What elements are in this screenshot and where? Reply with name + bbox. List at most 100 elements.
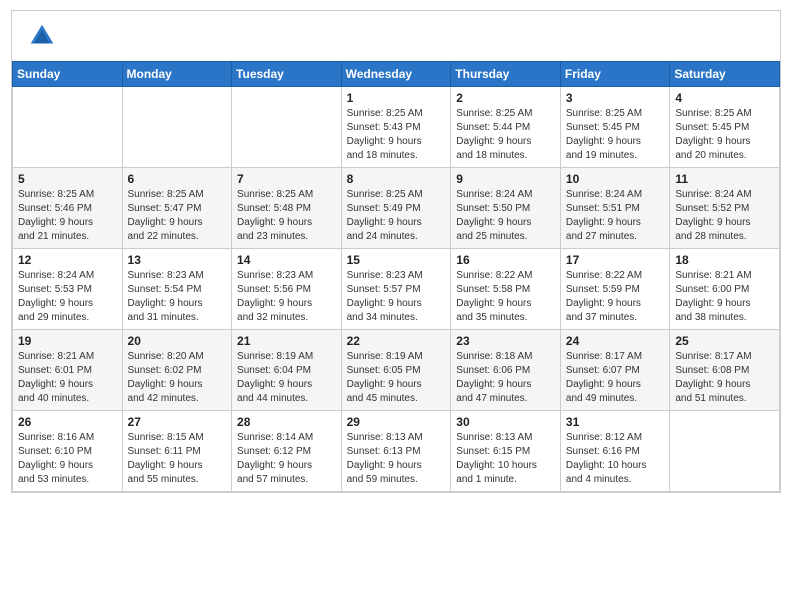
- day-info: Sunrise: 8:25 AM Sunset: 5:49 PM Dayligh…: [347, 188, 446, 244]
- week-row-5: 26 Sunrise: 8:16 AM Sunset: 6:10 PM Dayli…: [13, 411, 780, 492]
- day-info: Sunrise: 8:25 AM Sunset: 5:43 PM Dayligh…: [347, 107, 446, 163]
- day-number: 20: [128, 334, 227, 348]
- day-header-sunday: Sunday: [13, 62, 123, 87]
- day-info: Sunrise: 8:25 AM Sunset: 5:45 PM Dayligh…: [675, 107, 774, 163]
- calendar-cell: 3 Sunrise: 8:25 AM Sunset: 5:45 PM Daylig…: [560, 87, 669, 168]
- calendar-cell: 21Sunrise: 8:19 AM Sunset: 6:04 PM Dayli…: [232, 330, 342, 411]
- day-number: 31: [566, 415, 664, 429]
- logo-icon: [27, 21, 57, 51]
- day-info: Sunrise: 8:23 AM Sunset: 5:57 PM Dayligh…: [347, 269, 446, 325]
- calendar-cell: 7Sunrise: 8:25 AM Sunset: 5:48 PM Daylig…: [232, 168, 342, 249]
- day-number: 27: [128, 415, 227, 429]
- day-number: 21: [237, 334, 336, 348]
- day-info: Sunrise: 8:16 AM Sunset: 6:10 PM Dayligh…: [18, 431, 117, 487]
- day-number: 2: [456, 91, 555, 105]
- day-number: 13: [128, 253, 227, 267]
- week-row-4: 19 Sunrise: 8:21 AM Sunset: 6:01 PM Dayli…: [13, 330, 780, 411]
- day-number: 9: [456, 172, 555, 186]
- day-info: Sunrise: 8:14 AM Sunset: 6:12 PM Dayligh…: [237, 431, 336, 487]
- calendar-cell: 13 Sunrise: 8:23 AM Sunset: 5:54 PM Dayli…: [122, 249, 232, 330]
- calendar-cell: [13, 87, 123, 168]
- days-header: SundayMondayTuesdayWednesdayThursdayFrid…: [13, 62, 780, 87]
- calendar-cell: [122, 87, 232, 168]
- day-number: 1: [347, 91, 446, 105]
- calendar-cell: 5 Sunrise: 8:25 AM Sunset: 5:46 PM Daylig…: [13, 168, 123, 249]
- day-number: 25: [675, 334, 774, 348]
- day-header-wednesday: Wednesday: [341, 62, 451, 87]
- calendar-header-row: SundayMondayTuesdayWednesdayThursdayFrid…: [13, 62, 780, 87]
- calendar-body: 1 Sunrise: 8:25 AM Sunset: 5:43 PM Daylig…: [13, 87, 780, 492]
- calendar-cell: 30Sunrise: 8:13 AM Sunset: 6:15 PM Dayli…: [451, 411, 561, 492]
- day-info: Sunrise: 8:25 AM Sunset: 5:44 PM Dayligh…: [456, 107, 555, 163]
- day-info: Sunrise: 8:24 AM Sunset: 5:51 PM Dayligh…: [566, 188, 664, 244]
- day-number: 5: [18, 172, 117, 186]
- calendar-container: SundayMondayTuesdayWednesdayThursdayFrid…: [11, 10, 781, 493]
- day-number: 6: [128, 172, 227, 186]
- calendar-cell: 1 Sunrise: 8:25 AM Sunset: 5:43 PM Daylig…: [341, 87, 451, 168]
- calendar-cell: 16Sunrise: 8:22 AM Sunset: 5:58 PM Dayli…: [451, 249, 561, 330]
- day-header-tuesday: Tuesday: [232, 62, 342, 87]
- day-info: Sunrise: 8:20 AM Sunset: 6:02 PM Dayligh…: [128, 350, 227, 406]
- calendar-cell: 4 Sunrise: 8:25 AM Sunset: 5:45 PM Daylig…: [670, 87, 780, 168]
- day-info: Sunrise: 8:24 AM Sunset: 5:53 PM Dayligh…: [18, 269, 117, 325]
- calendar-cell: 24Sunrise: 8:17 AM Sunset: 6:07 PM Dayli…: [560, 330, 669, 411]
- calendar-cell: 6 Sunrise: 8:25 AM Sunset: 5:47 PM Daylig…: [122, 168, 232, 249]
- day-info: Sunrise: 8:21 AM Sunset: 6:01 PM Dayligh…: [18, 350, 117, 406]
- day-info: Sunrise: 8:24 AM Sunset: 5:52 PM Dayligh…: [675, 188, 774, 244]
- calendar-cell: 11 Sunrise: 8:24 AM Sunset: 5:52 PM Dayli…: [670, 168, 780, 249]
- day-number: 14: [237, 253, 336, 267]
- day-number: 10: [566, 172, 664, 186]
- day-info: Sunrise: 8:19 AM Sunset: 6:05 PM Dayligh…: [347, 350, 446, 406]
- day-number: 19: [18, 334, 117, 348]
- calendar-cell: 26 Sunrise: 8:16 AM Sunset: 6:10 PM Dayli…: [13, 411, 123, 492]
- calendar-cell: 27 Sunrise: 8:15 AM Sunset: 6:11 PM Dayli…: [122, 411, 232, 492]
- calendar-cell: 18 Sunrise: 8:21 AM Sunset: 6:00 PM Dayli…: [670, 249, 780, 330]
- day-info: Sunrise: 8:25 AM Sunset: 5:47 PM Dayligh…: [128, 188, 227, 244]
- calendar-cell: 10 Sunrise: 8:24 AM Sunset: 5:51 PM Dayli…: [560, 168, 669, 249]
- calendar-cell: [232, 87, 342, 168]
- day-number: 15: [347, 253, 446, 267]
- day-number: 29: [347, 415, 446, 429]
- day-header-monday: Monday: [122, 62, 232, 87]
- day-info: Sunrise: 8:13 AM Sunset: 6:15 PM Dayligh…: [456, 431, 555, 487]
- week-row-3: 12Sunrise: 8:24 AM Sunset: 5:53 PM Dayli…: [13, 249, 780, 330]
- calendar-cell: 25 Sunrise: 8:17 AM Sunset: 6:08 PM Dayli…: [670, 330, 780, 411]
- day-number: 17: [566, 253, 664, 267]
- calendar-cell: 20 Sunrise: 8:20 AM Sunset: 6:02 PM Dayli…: [122, 330, 232, 411]
- logo: [27, 21, 61, 51]
- day-number: 3: [566, 91, 664, 105]
- day-number: 22: [347, 334, 446, 348]
- calendar-cell: 9 Sunrise: 8:24 AM Sunset: 5:50 PM Daylig…: [451, 168, 561, 249]
- day-number: 26: [18, 415, 117, 429]
- day-info: Sunrise: 8:15 AM Sunset: 6:11 PM Dayligh…: [128, 431, 227, 487]
- calendar-header: [12, 11, 780, 61]
- day-info: Sunrise: 8:23 AM Sunset: 5:56 PM Dayligh…: [237, 269, 336, 325]
- calendar-cell: 29 Sunrise: 8:13 AM Sunset: 6:13 PM Dayli…: [341, 411, 451, 492]
- day-number: 24: [566, 334, 664, 348]
- day-info: Sunrise: 8:18 AM Sunset: 6:06 PM Dayligh…: [456, 350, 555, 406]
- calendar-cell: 17Sunrise: 8:22 AM Sunset: 5:59 PM Dayli…: [560, 249, 669, 330]
- day-number: 11: [675, 172, 774, 186]
- day-info: Sunrise: 8:25 AM Sunset: 5:45 PM Dayligh…: [566, 107, 664, 163]
- day-info: Sunrise: 8:25 AM Sunset: 5:46 PM Dayligh…: [18, 188, 117, 244]
- calendar-cell: 8 Sunrise: 8:25 AM Sunset: 5:49 PM Daylig…: [341, 168, 451, 249]
- week-row-1: 1 Sunrise: 8:25 AM Sunset: 5:43 PM Daylig…: [13, 87, 780, 168]
- day-number: 4: [675, 91, 774, 105]
- day-header-friday: Friday: [560, 62, 669, 87]
- day-info: Sunrise: 8:12 AM Sunset: 6:16 PM Dayligh…: [566, 431, 664, 487]
- day-number: 18: [675, 253, 774, 267]
- calendar-cell: 23Sunrise: 8:18 AM Sunset: 6:06 PM Dayli…: [451, 330, 561, 411]
- calendar-cell: 28Sunrise: 8:14 AM Sunset: 6:12 PM Dayli…: [232, 411, 342, 492]
- calendar-cell: [670, 411, 780, 492]
- day-info: Sunrise: 8:13 AM Sunset: 6:13 PM Dayligh…: [347, 431, 446, 487]
- day-info: Sunrise: 8:21 AM Sunset: 6:00 PM Dayligh…: [675, 269, 774, 325]
- calendar-cell: 19 Sunrise: 8:21 AM Sunset: 6:01 PM Dayli…: [13, 330, 123, 411]
- day-info: Sunrise: 8:17 AM Sunset: 6:08 PM Dayligh…: [675, 350, 774, 406]
- day-info: Sunrise: 8:24 AM Sunset: 5:50 PM Dayligh…: [456, 188, 555, 244]
- day-number: 8: [347, 172, 446, 186]
- calendar-table: SundayMondayTuesdayWednesdayThursdayFrid…: [12, 61, 780, 492]
- day-header-saturday: Saturday: [670, 62, 780, 87]
- calendar-cell: 12Sunrise: 8:24 AM Sunset: 5:53 PM Dayli…: [13, 249, 123, 330]
- day-info: Sunrise: 8:23 AM Sunset: 5:54 PM Dayligh…: [128, 269, 227, 325]
- week-row-2: 5 Sunrise: 8:25 AM Sunset: 5:46 PM Daylig…: [13, 168, 780, 249]
